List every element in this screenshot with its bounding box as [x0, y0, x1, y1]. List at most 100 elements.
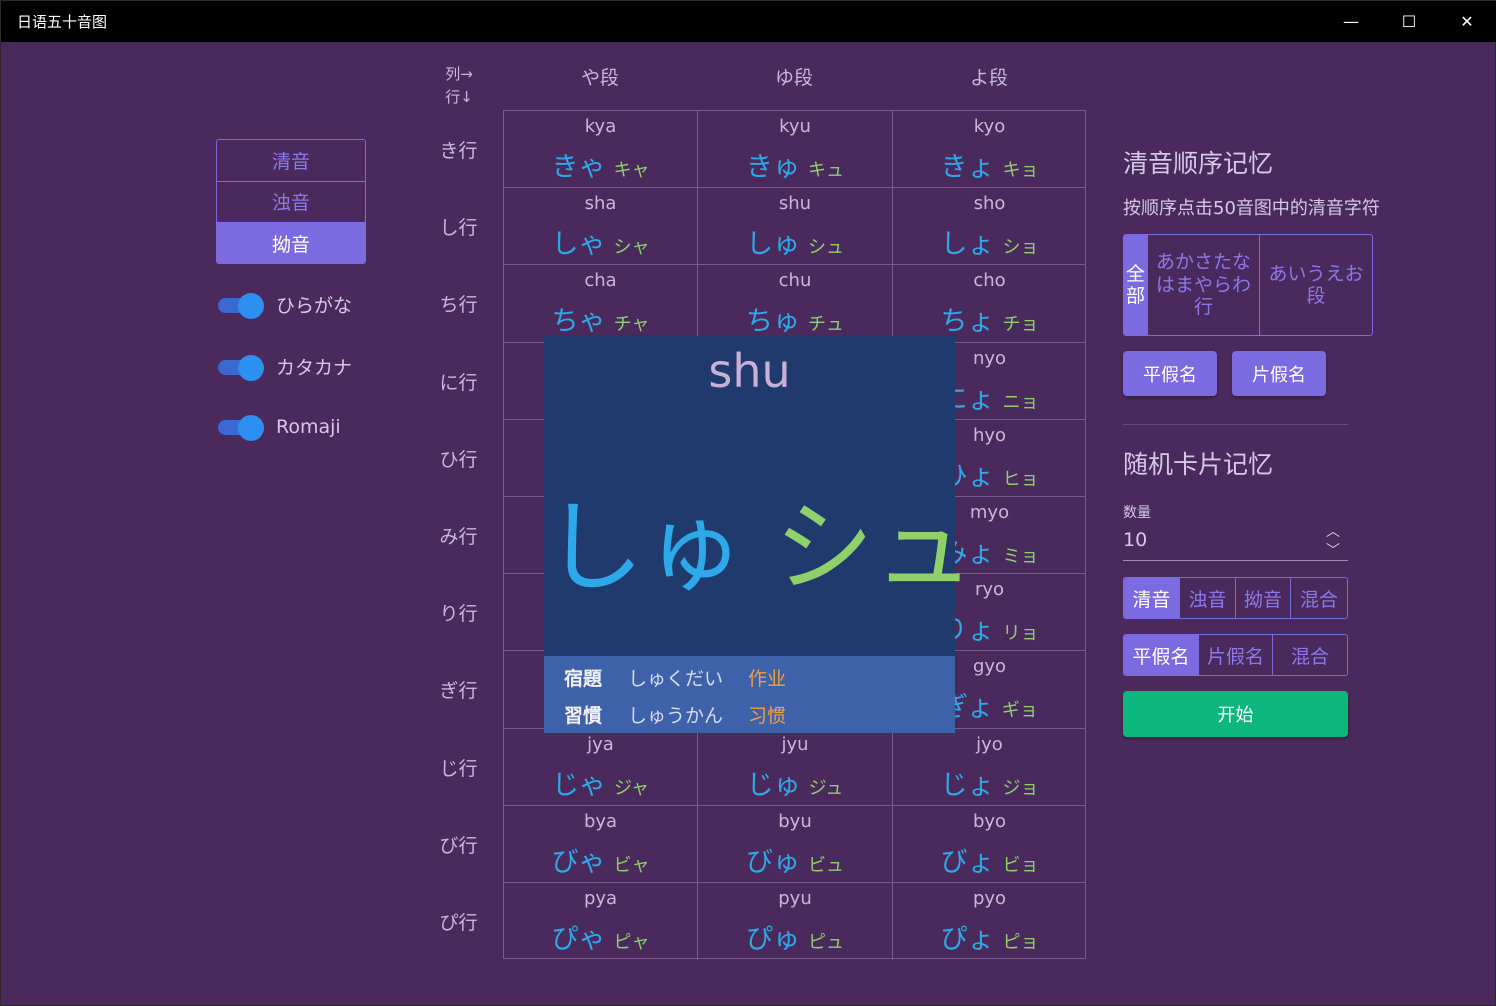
close-button[interactable]: ✕: [1438, 1, 1496, 42]
cell-katakana: キュ: [808, 160, 844, 181]
katakana-switch[interactable]: [216, 354, 264, 381]
quantity-underline: [1123, 560, 1348, 561]
kana-cell[interactable]: kyu きゅ キュ: [698, 111, 893, 189]
cell-kana: びゃ ビャ: [504, 840, 697, 879]
cell-katakana: ピョ: [1002, 932, 1039, 953]
example-meaning: 习惯: [748, 705, 787, 727]
cell-romaji: kyu: [779, 116, 811, 137]
start-button[interactable]: 开始: [1123, 691, 1348, 737]
cell-kana: びゅ ビュ: [698, 840, 892, 879]
card-hiragana: しゅ: [544, 489, 744, 606]
example-word: 習慣: [564, 705, 603, 727]
order-all-label: 全部: [1125, 262, 1145, 308]
random-kana-katakana[interactable]: 片假名: [1199, 635, 1273, 675]
sound-type-seion[interactable]: 清音: [217, 140, 365, 182]
kana-cell[interactable]: cha ちゃ チャ: [504, 265, 698, 343]
app-window: 日语五十音图 — ☐ ✕ 清音 浊音 拗音 ひらがな カタカナ Romaji 列…: [0, 0, 1496, 1006]
cell-katakana: シュ: [808, 237, 844, 259]
cell-romaji: shu: [778, 193, 812, 215]
column-header-yo: よ段: [969, 67, 1008, 89]
cell-romaji: byu: [778, 810, 812, 832]
kana-cell[interactable]: shu しゅ シュ: [698, 188, 893, 266]
example-reading: しゅうかん: [628, 705, 724, 727]
romaji-switch[interactable]: [216, 415, 264, 441]
minimize-button[interactable]: —: [1322, 1, 1380, 42]
kana-cell[interactable]: sho しょ ショ: [893, 188, 1086, 266]
toggle-hiragana[interactable]: ひらがな: [216, 291, 352, 319]
cell-katakana: チュ: [808, 314, 844, 336]
cell-romaji: pya: [583, 888, 618, 909]
cell-hiragana: じゅ: [746, 769, 801, 801]
title-bar: 日语五十音图 — ☐ ✕: [1, 1, 1496, 42]
example-meaning: 作业: [748, 668, 787, 690]
cell-hiragana: きょ: [940, 152, 995, 183]
random-type-dakuon[interactable]: 浊音: [1180, 578, 1236, 618]
order-hiragana-button[interactable]: 平假名: [1123, 351, 1217, 396]
cell-katakana: ビャ: [613, 854, 650, 876]
cell-kana: きゅ キュ: [698, 145, 892, 184]
kana-cell[interactable]: jyu じゅ ジュ: [698, 728, 893, 806]
toggle-katakana[interactable]: カタカナ: [216, 353, 353, 381]
cell-romaji: chu: [778, 270, 812, 292]
kana-cell[interactable]: pya ぴゃ ピャ: [504, 883, 698, 961]
cell-hiragana: しゃ: [551, 229, 606, 261]
window-title: 日语五十音图: [17, 13, 108, 31]
maximize-button[interactable]: ☐: [1380, 1, 1438, 42]
kana-cell[interactable]: pyo ぴょ ピョ: [893, 883, 1086, 960]
sound-type-dakuon[interactable]: 浊音: [217, 182, 365, 224]
cell-hiragana: ちょ: [940, 306, 995, 338]
kana-cell[interactable]: chu ちゅ チュ: [698, 265, 893, 343]
column-header-ya: や段: [580, 67, 619, 89]
cell-katakana: リョ: [1002, 623, 1039, 645]
random-kana-mixed[interactable]: 混合: [1273, 635, 1347, 675]
kana-cell[interactable]: kyo きょ キョ: [893, 111, 1086, 189]
toggle-label: Romaji: [276, 416, 341, 438]
order-rows-label: あかさたなはまやらわ行: [1155, 251, 1251, 319]
kana-cell[interactable]: byo びょ ビョ: [893, 806, 1086, 883]
row-header: ち行: [439, 294, 478, 317]
kana-cell[interactable]: kya きゃ キャ: [504, 111, 698, 189]
cell-hiragana: じゃ: [551, 769, 606, 801]
random-type-youon[interactable]: 拗音: [1236, 578, 1291, 618]
kana-cell[interactable]: bya びゃ ビャ: [504, 805, 698, 883]
cell-romaji: sha: [584, 193, 617, 215]
cell-kana: じゅ ジュ: [698, 763, 892, 802]
kana-cell[interactable]: byu びゅ ビュ: [698, 805, 893, 883]
hiragana-switch[interactable]: [216, 292, 264, 319]
random-type-mixed[interactable]: 混合: [1291, 578, 1347, 618]
random-kana-hiragana[interactable]: 平假名: [1124, 635, 1199, 675]
toggle-label: カタカナ: [276, 357, 353, 379]
sound-type-youon[interactable]: 拗音: [217, 223, 365, 263]
kana-cell[interactable]: pyu ぴゅ ピュ: [698, 883, 893, 961]
kana-cell[interactable]: jya じゃ ジャ: [504, 728, 698, 806]
row-header: び行: [439, 834, 478, 857]
minimize-icon: —: [1343, 12, 1359, 31]
cell-romaji: kyo: [973, 116, 1006, 137]
cell-kana: しょ ショ: [893, 222, 1086, 261]
chevron-up-icon[interactable]: ︿: [1323, 525, 1343, 539]
kana-cell[interactable]: sha しゃ シャ: [504, 188, 698, 266]
kana-cell[interactable]: jyo じょ ジョ: [893, 729, 1086, 806]
cell-katakana: ミョ: [1002, 546, 1039, 567]
order-katakana-button[interactable]: 片假名: [1232, 351, 1326, 396]
kana-cell[interactable]: cho ちょ チョ: [893, 265, 1086, 343]
cell-romaji: sho: [973, 193, 1006, 215]
order-columns[interactable]: あいうえお段: [1260, 235, 1372, 335]
cell-romaji: pyo: [972, 888, 1007, 909]
row-header: り行: [439, 603, 478, 626]
cell-hiragana: しゅ: [746, 229, 800, 261]
cell-kana: ちゅ チュ: [698, 299, 892, 338]
toggle-romaji[interactable]: Romaji: [216, 415, 341, 441]
row-header: に行: [439, 371, 478, 394]
order-rows[interactable]: あかさたなはまやらわ行: [1148, 235, 1260, 335]
random-type-selector: 清音 浊音 拗音 混合: [1123, 577, 1348, 619]
quantity-input[interactable]: 10: [1123, 529, 1147, 551]
cell-katakana: ビュ: [808, 854, 844, 876]
random-type-seion[interactable]: 清音: [1124, 578, 1180, 618]
order-memory-description: 按顺序点击50音图中的清音字符: [1123, 198, 1380, 219]
order-all[interactable]: 全部: [1124, 235, 1148, 335]
cell-katakana: ピュ: [808, 932, 844, 953]
chevron-down-icon[interactable]: ﹀: [1323, 544, 1343, 558]
cell-hiragana: ちゃ: [551, 306, 606, 338]
cell-hiragana: しょ: [940, 229, 995, 261]
